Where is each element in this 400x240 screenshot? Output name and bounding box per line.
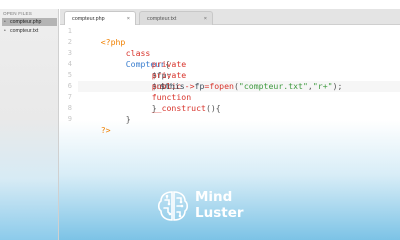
- file-bullet-icon: •: [4, 19, 6, 25]
- logo-text-luster: Luster: [195, 205, 244, 221]
- keyword-function: function: [151, 92, 192, 102]
- tab-bar: compteur.php × compteur.txt ×: [60, 9, 400, 25]
- logo-text-mind: Mind: [195, 189, 233, 205]
- property-name: fp: [194, 81, 205, 91]
- line-number: 7: [67, 93, 72, 101]
- tab-label: compteur.php: [72, 16, 105, 22]
- line-number: 1: [67, 27, 72, 35]
- line-number: 4: [67, 60, 72, 68]
- brain-icon: [157, 191, 189, 221]
- code-line-6: $this->fp=fopen("compteur.txt","r+");: [160, 81, 342, 92]
- line-number: 8: [67, 104, 72, 112]
- mind-luster-logo: Mind Luster: [155, 186, 245, 226]
- code-editor[interactable]: 1 2 3 4 5 6 7 8 9 <?php class Compteur{ …: [60, 26, 400, 136]
- method-parens: (){: [205, 103, 221, 113]
- code-line-9: ?>: [81, 114, 111, 147]
- close-brace: }: [151, 103, 157, 113]
- tab-compteur-php[interactable]: compteur.php ×: [64, 11, 136, 25]
- line-number: 9: [67, 115, 72, 123]
- line-number: 5: [67, 71, 72, 79]
- tab-label: compteur.txt: [147, 16, 177, 22]
- code-line-7: }: [132, 92, 157, 125]
- sidebar-file-compteur-txt[interactable]: • compteur.txt: [2, 27, 57, 35]
- close-icon[interactable]: ×: [204, 12, 207, 26]
- php-close-tag: ?>: [100, 125, 111, 135]
- close-icon[interactable]: ×: [127, 12, 130, 26]
- line-number: 3: [67, 49, 72, 57]
- line-number: 6: [67, 82, 72, 90]
- arrow-operator: ->: [184, 81, 195, 91]
- open-files-header: OPEN FILES: [3, 11, 33, 16]
- this-variable: $this: [160, 81, 185, 91]
- tab-compteur-txt[interactable]: compteur.txt ×: [139, 11, 213, 25]
- line-number: 2: [67, 38, 72, 46]
- sidebar-file-compteur-php[interactable]: • compteur.php: [2, 18, 57, 26]
- string-filename: "compteur.txt": [238, 81, 308, 91]
- sidebar-file-label: compteur.php: [10, 19, 42, 25]
- close-paren: );: [332, 81, 343, 91]
- sidebar: OPEN FILES • compteur.php • compteur.txt: [0, 9, 59, 240]
- string-mode: "r+": [312, 81, 333, 91]
- file-bullet-icon: •: [4, 28, 6, 34]
- close-brace: }: [125, 114, 131, 124]
- function-fopen: fopen: [209, 81, 234, 91]
- method-construct: __construct: [151, 103, 206, 113]
- sidebar-file-label: compteur.txt: [10, 28, 39, 34]
